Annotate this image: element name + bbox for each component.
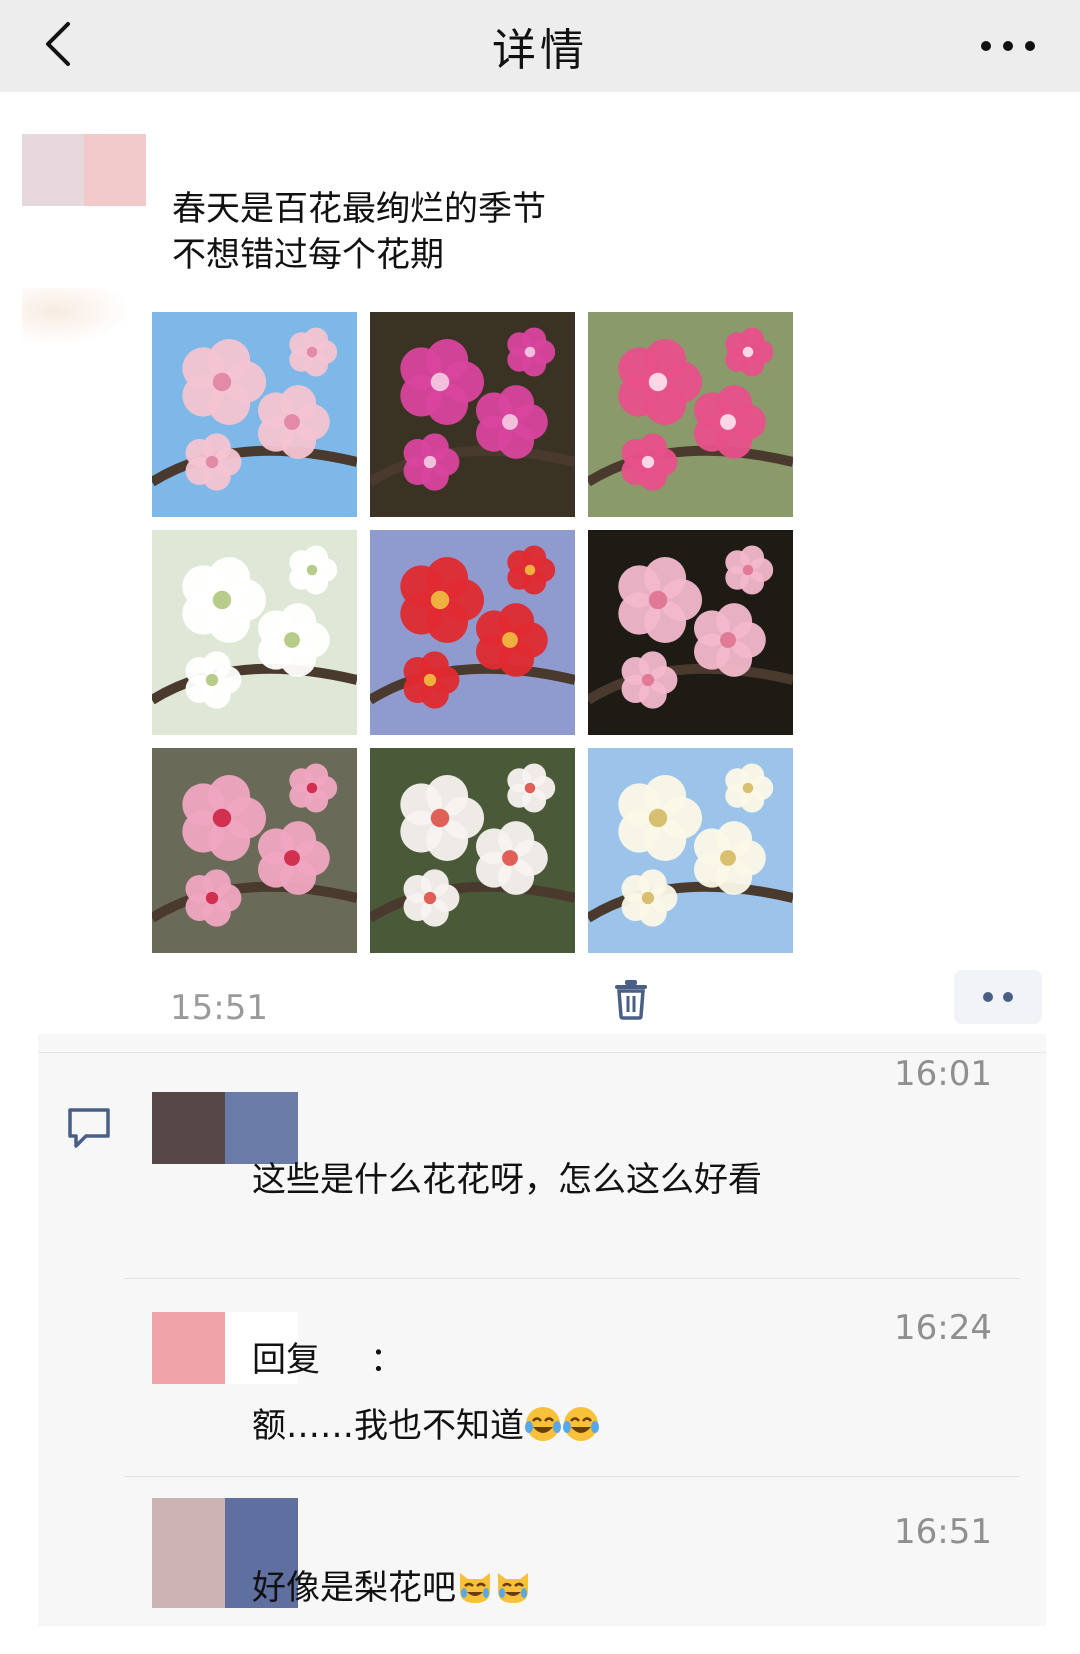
reply-separator: ： bbox=[370, 1340, 404, 1380]
photo-thumbnail-light-pink-plum[interactable] bbox=[588, 530, 793, 735]
comment-text-line: 好像是梨花吧 bbox=[252, 1560, 532, 1609]
crying-cat-emoji bbox=[460, 1573, 490, 1603]
comment-text-line: 额……我也不知道 bbox=[252, 1398, 600, 1447]
comment-text: 额……我也不知道 bbox=[252, 1406, 524, 1446]
navigation-bar: 详情 bbox=[0, 0, 1080, 92]
page-title: 详情 bbox=[492, 25, 588, 76]
crying-cat-emoji bbox=[498, 1573, 528, 1603]
photo-thumbnail-pink-cherry-blossom[interactable] bbox=[152, 312, 357, 517]
trash-icon[interactable] bbox=[612, 978, 650, 1020]
more-horizontal-icon[interactable] bbox=[976, 26, 1040, 66]
comment-text: 这些是什么花花呀，怎么这么好看 bbox=[252, 1160, 762, 1200]
chevron-left-icon[interactable] bbox=[36, 14, 92, 74]
photo-thumbnail-pink-plum-blossom[interactable] bbox=[588, 312, 793, 517]
comments-section: 16:01 这些是什么花花呀，怎么这么好看 16:24 回复 ： 额……我也不知道… bbox=[38, 1034, 1046, 1626]
comment-item[interactable]: 16:51 好像是梨花吧 bbox=[38, 1476, 1046, 1626]
post-text: 春天是百花最绚烂的季节 不想错过每个花期 bbox=[172, 186, 546, 278]
comment-text: 好像是梨花吧 bbox=[252, 1568, 456, 1608]
reply-label: 回复 bbox=[252, 1340, 320, 1380]
tears-of-joy-emoji bbox=[563, 1407, 599, 1441]
photo-thumbnail-magenta-plum-blossom[interactable] bbox=[370, 312, 575, 517]
comment-time: 16:01 bbox=[894, 1054, 992, 1094]
comment-item[interactable]: 16:24 回复 ： 额……我也不知道 bbox=[38, 1278, 1046, 1476]
post-time: 15:51 bbox=[170, 988, 268, 1028]
photo-thumbnail-white-magnolia[interactable] bbox=[370, 748, 575, 953]
more-dots-icon bbox=[983, 992, 1013, 1002]
photo-thumbnail-white-pear-blossom[interactable] bbox=[152, 530, 357, 735]
photo-grid bbox=[152, 312, 798, 958]
tears-of-joy-emoji bbox=[525, 1407, 561, 1441]
reply-prefix: 回复 ： bbox=[252, 1332, 404, 1381]
photo-thumbnail-peach-blossom[interactable] bbox=[152, 748, 357, 953]
post-text-line: 不想错过每个花期 bbox=[172, 235, 444, 275]
author-avatar[interactable] bbox=[22, 134, 146, 206]
comment-time: 16:51 bbox=[894, 1512, 992, 1552]
photo-thumbnail-red-quince-blossom[interactable] bbox=[370, 530, 575, 735]
post-more-button[interactable] bbox=[954, 970, 1042, 1024]
comment-item[interactable]: 16:01 这些是什么花花呀，怎么这么好看 bbox=[38, 1034, 1046, 1274]
photo-thumbnail-white-pear-cluster[interactable] bbox=[588, 748, 793, 953]
decorative-blur bbox=[22, 288, 132, 346]
post-text-line: 春天是百花最绚烂的季节 bbox=[172, 189, 546, 229]
comment-time: 16:24 bbox=[894, 1308, 992, 1348]
